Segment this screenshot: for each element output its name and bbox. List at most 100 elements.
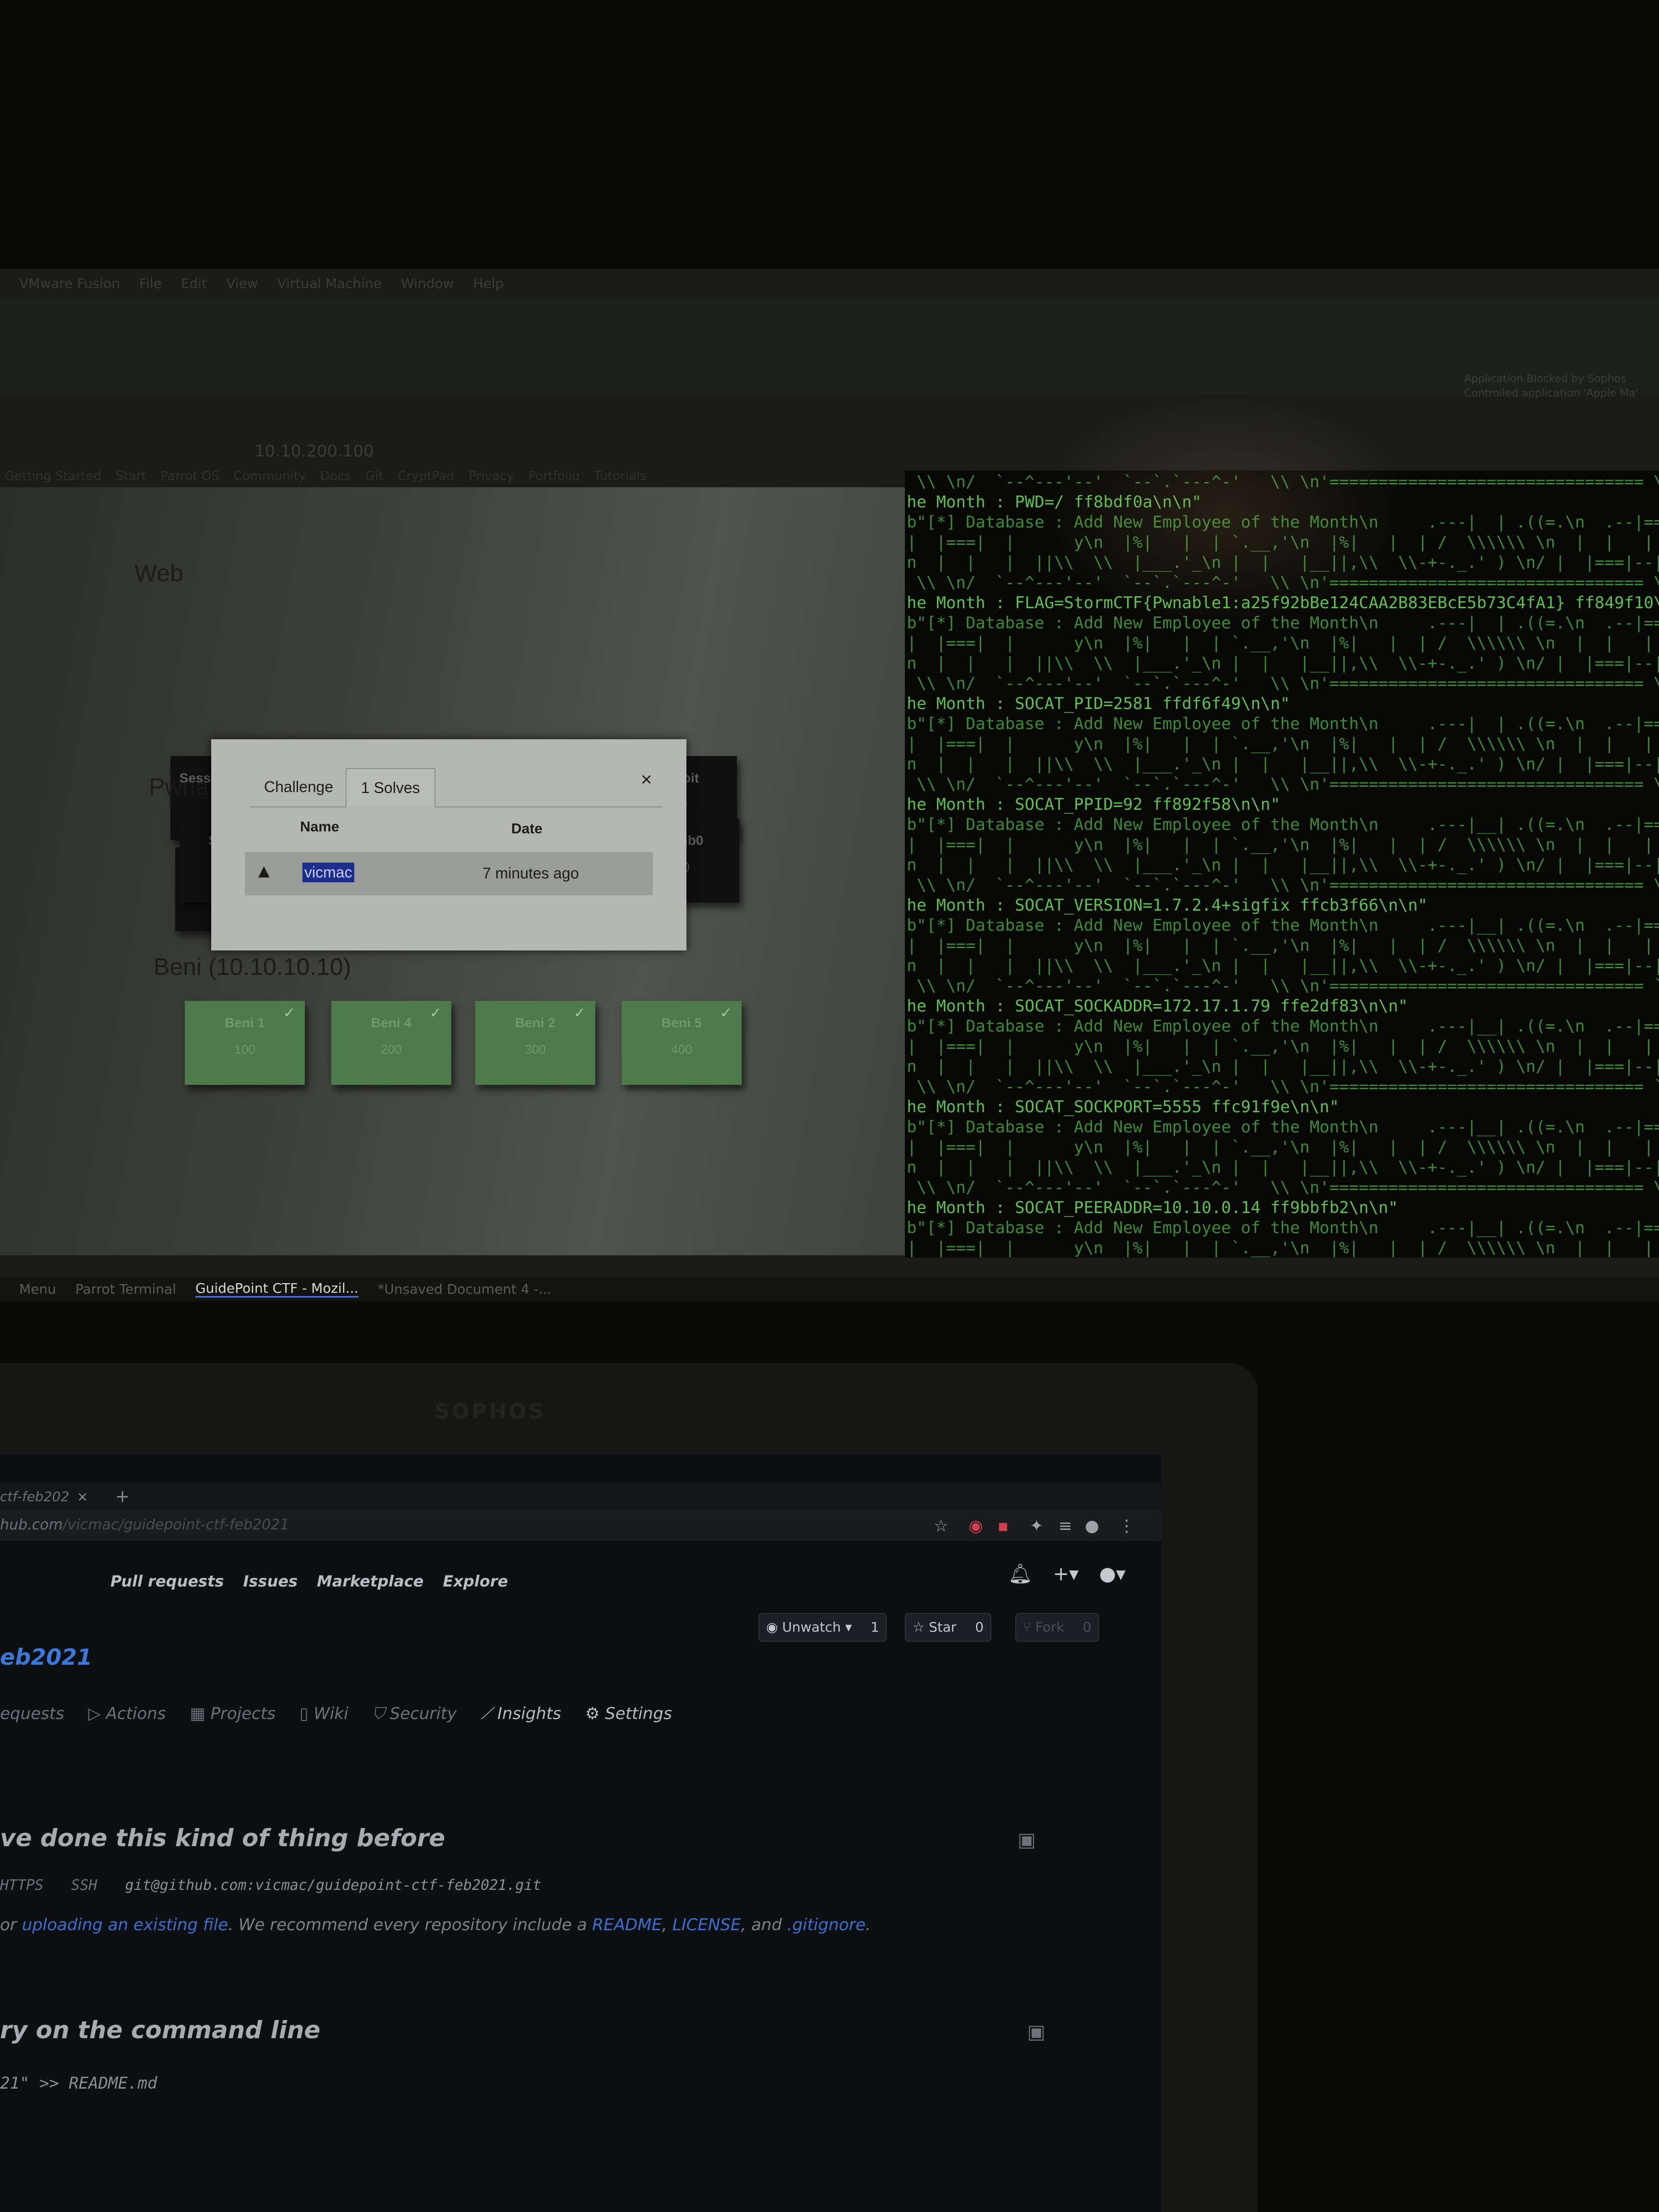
gitignore-link[interactable]: .gitignore: [787, 1915, 866, 1935]
section-title-beni: Beni (10.10.10.10): [154, 953, 351, 980]
tab-settings-label: Settings: [605, 1704, 672, 1723]
tab-wiki[interactable]: ▯ Wiki: [300, 1704, 349, 1723]
ssh-toggle[interactable]: SSH: [71, 1877, 97, 1894]
clone-url-field[interactable]: git@github.com:vicmac/guidepoint-ctf-feb…: [125, 1877, 541, 1894]
extension-lastpass-icon[interactable]: ▪: [998, 1516, 1009, 1536]
vm-menu-item[interactable]: Edit: [181, 276, 207, 291]
terminal-line: | |===| | y\n |%| | | `.__,'\n |%| | | /…: [907, 835, 1659, 854]
graph-icon: ⟋: [481, 1704, 498, 1723]
bookmark-item[interactable]: Getting Started: [5, 469, 101, 483]
tab-projects[interactable]: ▦ Projects: [190, 1704, 276, 1723]
column-header-name: Name: [300, 819, 339, 835]
repo-name-link[interactable]: eb2021: [0, 1644, 92, 1670]
bookmark-item[interactable]: Start: [116, 469, 146, 483]
tab-solves[interactable]: 1 Solves: [346, 768, 435, 807]
nav-pull-requests[interactable]: Pull requests: [110, 1572, 224, 1590]
https-toggle[interactable]: HTTPS: [0, 1877, 43, 1894]
terminal-line: | |===| | y\n |%| | | `.__,'\n |%| | | /…: [907, 1138, 1659, 1157]
terminal-line: \\ \n/ `--^---'--' `--`.`---^-' \\ \n'==…: [907, 775, 1659, 794]
tab-settings[interactable]: ⚙ Settings: [585, 1704, 672, 1723]
vm-menu-item[interactable]: Help: [473, 276, 504, 291]
tab-challenge[interactable]: Challenge: [250, 768, 348, 805]
taskbar-browser[interactable]: GuidePoint CTF - Mozil...: [195, 1280, 359, 1298]
challenge-card[interactable]: Beni 1 100 ✓: [185, 1001, 305, 1085]
bookmark-item[interactable]: Privacy: [469, 469, 514, 483]
taskbar-editor[interactable]: *Unsaved Document 4 -...: [378, 1281, 552, 1297]
bookmark-item[interactable]: Parrot OS: [161, 469, 219, 483]
terminal-line: b"[*] Database : Add New Employee of the…: [907, 714, 1659, 733]
bookmark-item[interactable]: Community: [234, 469, 306, 483]
vm-toolbar: [0, 298, 1659, 394]
vm-menu-item[interactable]: Virtual Machine: [277, 276, 382, 291]
bookmark-item[interactable]: Portfolio: [529, 469, 580, 483]
book-icon: ▯: [299, 1704, 314, 1723]
section-title-web: Web: [134, 560, 183, 587]
new-tab-icon[interactable]: +: [115, 1483, 130, 1510]
reading-list-icon[interactable]: ≡: [1058, 1516, 1072, 1536]
vm-menu-item[interactable]: File: [139, 276, 162, 291]
tab-close-icon[interactable]: ×: [77, 1483, 88, 1510]
solved-check-icon: ✓: [429, 1005, 442, 1021]
nav-marketplace[interactable]: Marketplace: [317, 1572, 424, 1590]
github-header-icons: 🔔︎ +▾ ●▾: [1008, 1563, 1126, 1585]
challenge-card[interactable]: Beni 2 300 ✓: [475, 1001, 595, 1085]
vm-menu-item[interactable]: VMware Fusion: [19, 276, 120, 291]
notifications-bell-icon[interactable]: 🔔︎: [1008, 1563, 1033, 1585]
license-link[interactable]: LICENSE: [673, 1915, 741, 1935]
tab-insights[interactable]: ⟋ Insights: [481, 1704, 562, 1723]
challenge-card[interactable]: Beni 4 200 ✓: [331, 1001, 451, 1085]
unwatch-button[interactable]: ◉ Unwatch ▾ 1: [758, 1613, 887, 1642]
bookmark-item[interactable]: Tutorials: [594, 469, 647, 483]
tab-security[interactable]: ⛉ Security: [373, 1704, 457, 1723]
clipboard-copy-icon[interactable]: ▣: [1027, 2021, 1046, 2043]
vm-menu-item[interactable]: View: [226, 276, 258, 291]
fork-button[interactable]: ⑂ Fork 0: [1015, 1613, 1099, 1642]
challenge-points: 100: [234, 1042, 255, 1057]
url-bar[interactable]: hub.com/vicmac/guidepoint-ctf-feb2021 ☆ …: [0, 1510, 1162, 1541]
url-text[interactable]: hub.com/vicmac/guidepoint-ctf-feb2021: [0, 1516, 289, 1533]
sophos-logo: SOPHOS: [434, 1399, 546, 1424]
nav-issues[interactable]: Issues: [243, 1572, 298, 1590]
profile-avatar-icon[interactable]: ●: [1085, 1516, 1099, 1536]
user-avatar-icon[interactable]: ●▾: [1099, 1563, 1126, 1585]
nav-explore[interactable]: Explore: [443, 1572, 508, 1590]
terminal-line: n | | | ||\\ \\ |___.'_\n | | |__||,\\ \…: [907, 1158, 1659, 1177]
tab-pull-requests[interactable]: equests: [0, 1704, 64, 1723]
taskbar-menu[interactable]: Menu: [19, 1281, 56, 1297]
laptop-screen: ctf-feb202 × + hub.com/vicmac/guidepoint…: [0, 1455, 1162, 2212]
solver-name-link[interactable]: vicmac: [302, 863, 354, 882]
play-icon: ▷: [88, 1704, 106, 1723]
close-icon[interactable]: ×: [641, 769, 652, 791]
challenge-card[interactable]: Beni 5 400 ✓: [622, 1001, 742, 1085]
terminal-line: b"[*] Database : Add New Employee of the…: [907, 916, 1659, 935]
upload-file-link[interactable]: uploading an existing file: [22, 1915, 228, 1935]
mouse-cursor-icon: ▲: [254, 861, 274, 882]
terminal-line: b"[*] Database : Add New Employee of the…: [907, 1017, 1659, 1036]
readme-link[interactable]: README: [592, 1915, 662, 1935]
solves-modal: Challenge 1 Solves × Name Date ▲ vicmac …: [211, 739, 686, 950]
quick-setup-heading: ve done this kind of thing before: [0, 1824, 445, 1852]
terminal-line: n | | | ||\\ \\ |___.'_\n | | |__||,\\ \…: [907, 855, 1659, 875]
challenge-points: 200: [381, 1042, 402, 1057]
create-new-plus-icon[interactable]: +▾: [1053, 1563, 1079, 1585]
address-bar-text[interactable]: 10.10.200.100: [254, 442, 374, 461]
bookmark-item[interactable]: CryptPad: [398, 469, 455, 483]
star-button[interactable]: ☆ Star 0: [905, 1613, 992, 1642]
bookmark-star-icon[interactable]: ☆: [934, 1516, 948, 1536]
bookmark-item[interactable]: Git: [365, 469, 384, 483]
extensions-puzzle-icon[interactable]: ✦: [1030, 1516, 1044, 1536]
terminal-line: | |===| | y\n |%| | | `.__,'\n |%| | | /…: [907, 634, 1659, 653]
tab-wiki-label: Wiki: [313, 1704, 349, 1723]
extension-icon[interactable]: ◉: [969, 1516, 983, 1536]
more-menu-icon[interactable]: ⋮: [1118, 1516, 1135, 1536]
solve-date: 7 minutes ago: [482, 865, 579, 882]
column-header-date: Date: [511, 821, 543, 837]
tab-actions[interactable]: ▷ Actions: [88, 1704, 166, 1723]
rec-middle: . We recommend every repository include …: [228, 1915, 587, 1935]
clipboard-copy-icon[interactable]: ▣: [1018, 1829, 1036, 1851]
vm-menubar: VMware Fusion File Edit View Virtual Machine…: [0, 269, 931, 298]
browser-tab[interactable]: ctf-feb202: [0, 1483, 69, 1510]
taskbar-terminal[interactable]: Parrot Terminal: [75, 1281, 176, 1297]
vm-menu-item[interactable]: Window: [401, 276, 454, 291]
bookmark-item[interactable]: Docs: [320, 469, 351, 483]
